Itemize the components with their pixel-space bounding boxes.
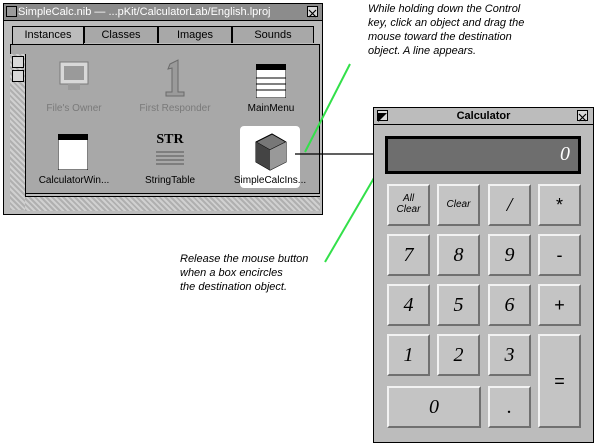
seven-label: 7	[403, 244, 414, 266]
five-label: 5	[453, 294, 464, 316]
plus-button[interactable]: +	[538, 284, 581, 326]
divide-button[interactable]: /	[488, 184, 531, 226]
two-button[interactable]: 2	[437, 334, 480, 376]
instruction-bottom-line: the destination object.	[180, 281, 288, 293]
calculator-titlebar[interactable]: Calculator	[374, 108, 593, 125]
zero-label: 0	[429, 396, 439, 418]
decimal-label: .	[507, 396, 512, 418]
nine-button[interactable]: 9	[488, 234, 531, 276]
calculator-title: Calculator	[456, 110, 511, 122]
close-button[interactable]	[577, 110, 588, 122]
equals-label: =	[554, 371, 565, 391]
six-label: 6	[504, 294, 515, 316]
one-button[interactable]: 1	[387, 334, 430, 376]
instruction-top: While holding down the Control key, clic…	[368, 2, 594, 58]
minus-button[interactable]: -	[538, 234, 581, 276]
minus-label: -	[556, 245, 563, 265]
two-label: 2	[453, 344, 464, 366]
calculator-display: 0	[385, 136, 581, 174]
equals-button[interactable]: =	[538, 334, 581, 428]
three-label: 3	[504, 344, 515, 366]
nine-label: 9	[504, 244, 515, 266]
four-button[interactable]: 4	[387, 284, 430, 326]
instruction-bottom-line: Release the mouse button	[180, 253, 309, 265]
four-label: 4	[403, 294, 414, 316]
multiply-button[interactable]: *	[538, 184, 581, 226]
divide-label: /	[506, 194, 513, 216]
zero-button[interactable]: 0	[387, 386, 481, 428]
instruction-bottom: Release the mouse button when a box enci…	[180, 252, 330, 294]
annotation-line-top	[304, 63, 351, 153]
clear-button[interactable]: Clear	[437, 184, 480, 226]
eight-label: 8	[453, 244, 464, 266]
instruction-bottom-line: when a box encircles	[180, 267, 283, 279]
instruction-top-line: mouse toward the destination	[368, 31, 512, 43]
five-button[interactable]: 5	[437, 284, 480, 326]
one-label: 1	[403, 344, 414, 366]
instruction-top-line: key, click an object and drag the	[368, 17, 525, 29]
three-button[interactable]: 3	[488, 334, 531, 376]
clear-label: Clear	[446, 199, 471, 210]
calculator-window: Calculator 0 All Clear Clear / * 7 8 9 - …	[373, 107, 594, 443]
all-clear-label-line: All	[402, 193, 415, 204]
instruction-top-line: While holding down the Control	[368, 3, 521, 15]
instruction-top-line: object. A line appears.	[368, 45, 477, 57]
eight-button[interactable]: 8	[437, 234, 480, 276]
close-icon	[578, 113, 587, 122]
decimal-button[interactable]: .	[488, 386, 531, 428]
plus-label: +	[554, 295, 565, 315]
display-value: 0	[560, 143, 570, 165]
seven-button[interactable]: 7	[387, 234, 430, 276]
all-clear-label-line: Clear	[396, 204, 421, 215]
multiply-label: *	[555, 195, 563, 215]
six-button[interactable]: 6	[488, 284, 531, 326]
all-clear-button[interactable]: All Clear	[387, 184, 430, 226]
